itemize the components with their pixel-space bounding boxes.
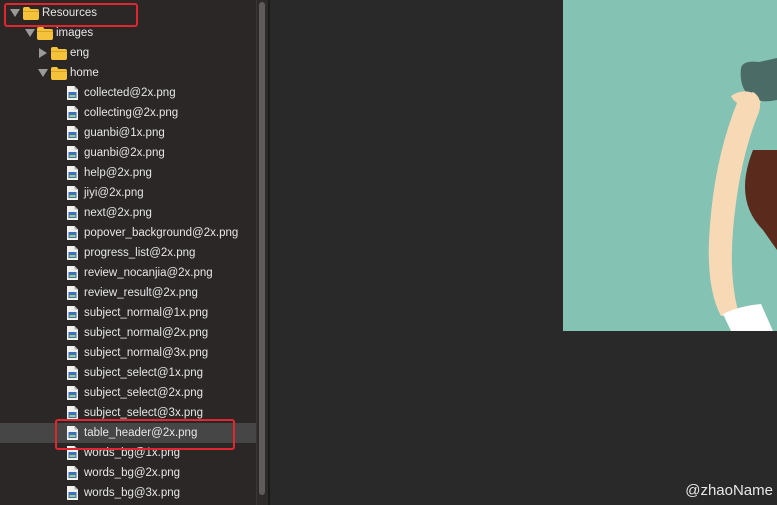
disclosure-open-icon[interactable] [38, 68, 48, 78]
sidebar-scroll-thumb[interactable] [259, 2, 265, 495]
illustration-image [563, 0, 777, 331]
file-item-label: subject_select@2x.png [84, 387, 204, 399]
file-item-label: review_result@2x.png [84, 287, 198, 299]
png-file-icon [67, 166, 78, 180]
tree-item-label: Resources [42, 7, 97, 19]
png-file-icon [67, 486, 78, 500]
file-item-label: collecting@2x.png [84, 107, 179, 119]
png-file-icon [67, 326, 78, 340]
tree-item-label: images [56, 27, 94, 39]
folder-icon [23, 7, 39, 20]
folder-icon [37, 27, 53, 40]
file-item-label: jiyi@2x.png [84, 187, 144, 199]
image-preview [563, 0, 777, 331]
disclosure-open-icon[interactable] [25, 28, 35, 38]
png-file-icon [67, 386, 78, 400]
tree-item-label: eng [70, 47, 90, 59]
tree-item-eng[interactable]: eng [0, 43, 256, 63]
file-item[interactable]: review_nocanjia@2x.png [0, 263, 256, 283]
file-item[interactable]: words_bg@1x.png [0, 443, 256, 463]
png-file-icon [67, 226, 78, 240]
file-item-label: words_bg@1x.png [84, 447, 181, 459]
file-item[interactable]: jiyi@2x.png [0, 183, 256, 203]
file-item-label: help@2x.png [84, 167, 152, 179]
file-item[interactable]: subject_select@1x.png [0, 363, 256, 383]
file-item-label: subject_normal@3x.png [84, 347, 209, 359]
file-item-label: subject_normal@2x.png [84, 327, 209, 339]
file-item[interactable]: collecting@2x.png [0, 103, 256, 123]
file-item[interactable]: popover_background@2x.png [0, 223, 256, 243]
file-item[interactable]: guanbi@1x.png [0, 123, 256, 143]
file-item-label: subject_select@3x.png [84, 407, 204, 419]
file-item[interactable]: subject_normal@2x.png [0, 323, 256, 343]
file-item[interactable]: subject_select@3x.png [0, 403, 256, 423]
png-file-icon [67, 146, 78, 160]
file-item-label: subject_select@1x.png [84, 367, 204, 379]
file-item[interactable]: next@2x.png [0, 203, 256, 223]
file-item[interactable]: review_result@2x.png [0, 283, 256, 303]
png-file-icon [67, 126, 78, 140]
png-file-icon [67, 446, 78, 460]
watermark: @zhaoName [685, 482, 773, 499]
file-item[interactable]: words_bg@2x.png [0, 463, 256, 483]
file-item[interactable]: table_header@2x.png [0, 423, 256, 443]
disclosure-closed-icon[interactable] [38, 48, 48, 58]
file-item[interactable]: subject_normal@1x.png [0, 303, 256, 323]
file-item-label: guanbi@2x.png [84, 147, 165, 159]
disclosure-open-icon[interactable] [10, 8, 20, 18]
tree-item-resources[interactable]: Resources [0, 3, 256, 23]
file-item-label: next@2x.png [84, 207, 152, 219]
tree-item-home[interactable]: home [0, 63, 256, 83]
file-item[interactable]: subject_select@2x.png [0, 383, 256, 403]
png-file-icon [67, 426, 78, 440]
png-file-icon [67, 406, 78, 420]
png-file-icon [67, 86, 78, 100]
png-file-icon [67, 266, 78, 280]
png-file-icon [67, 466, 78, 480]
file-item-label: review_nocanjia@2x.png [84, 267, 213, 279]
file-item-label: guanbi@1x.png [84, 127, 165, 139]
file-item-label: progress_list@2x.png [84, 247, 196, 259]
png-file-icon [67, 306, 78, 320]
png-file-icon [67, 366, 78, 380]
file-item[interactable]: collected@2x.png [0, 83, 256, 103]
file-item-label: subject_normal@1x.png [84, 307, 209, 319]
png-file-icon [67, 106, 78, 120]
file-item-label: words_bg@2x.png [84, 467, 181, 479]
file-item[interactable]: progress_list@2x.png [0, 243, 256, 263]
folder-icon [51, 67, 67, 80]
file-item-label: table_header@2x.png [84, 427, 198, 439]
file-item-label: words_bg@3x.png [84, 487, 181, 499]
file-item[interactable]: guanbi@2x.png [0, 143, 256, 163]
png-file-icon [67, 286, 78, 300]
png-file-icon [67, 206, 78, 220]
file-item-label: collected@2x.png [84, 87, 176, 99]
png-file-icon [67, 346, 78, 360]
png-file-icon [67, 246, 78, 260]
tree-item-label: home [70, 67, 99, 79]
file-item[interactable]: words_bg@3x.png [0, 483, 256, 503]
file-item[interactable]: subject_normal@3x.png [0, 343, 256, 363]
file-item-label: popover_background@2x.png [84, 227, 239, 239]
folder-icon [51, 47, 67, 60]
tree-item-images[interactable]: images [0, 23, 256, 43]
file-item[interactable]: help@2x.png [0, 163, 256, 183]
png-file-icon [67, 186, 78, 200]
project-navigator: Resources images eng home collected@2x.p… [0, 0, 256, 505]
